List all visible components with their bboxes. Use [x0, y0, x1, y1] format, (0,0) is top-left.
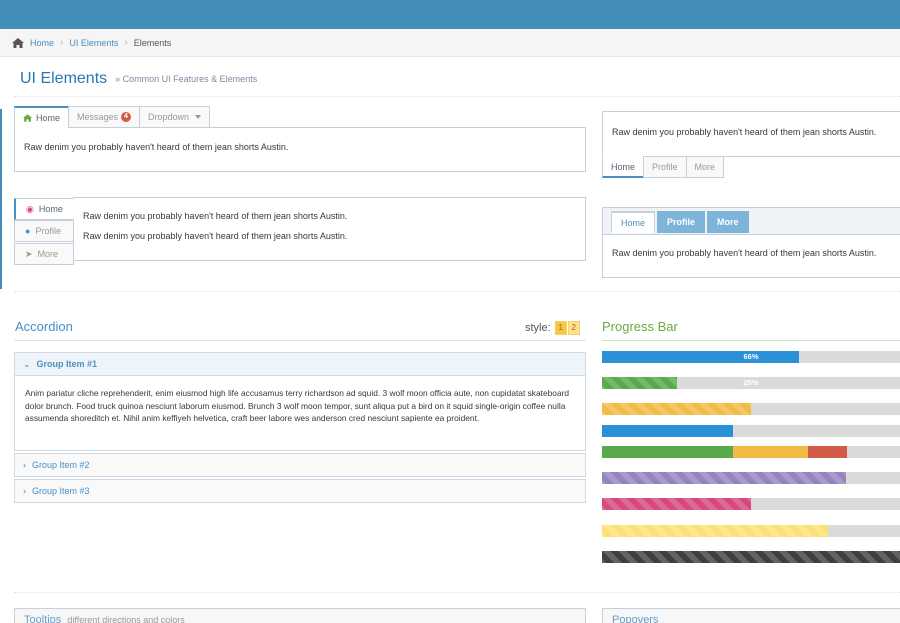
progress-bar-fill: [602, 525, 828, 537]
tab-content-3: Raw denim you probably haven't heard of …: [73, 197, 586, 261]
breadcrumb-ui-elements-link[interactable]: UI Elements: [69, 38, 118, 48]
progress-title-underline: [602, 340, 900, 341]
tab-more[interactable]: More: [707, 211, 749, 233]
progress-bar-fill: [602, 551, 900, 563]
style-option-2[interactable]: 2: [567, 321, 580, 335]
progress-bar: [602, 498, 900, 510]
home-icon: [23, 113, 32, 122]
tab-profile[interactable]: Profile: [657, 211, 706, 233]
tab-content-text: Raw denim you probably haven't heard of …: [612, 127, 877, 137]
tooltips-widget: Tooltips different directions and colors: [14, 608, 586, 623]
page-header: UI Elements » Common UI Features & Eleme…: [14, 62, 900, 97]
tab-home[interactable]: ◉ Home: [14, 198, 74, 220]
progress-bar: [602, 525, 900, 537]
accordion-body: Anim pariatur cliche reprehenderit, enim…: [14, 376, 586, 451]
tab-home-label: Home: [36, 112, 61, 123]
chevron-right-icon: ›: [23, 460, 26, 470]
accordion-item-1[interactable]: ⌄ Group Item #1: [14, 352, 586, 376]
tab-home[interactable]: Home: [14, 106, 70, 128]
progress-bar-fill: [808, 446, 847, 458]
progress-bar: [602, 425, 900, 437]
home-icon: [12, 37, 24, 48]
tab-content-text: Raw denim you probably haven't heard of …: [83, 231, 348, 241]
breadcrumb-separator: ›: [60, 37, 64, 48]
tab-profile[interactable]: ● Profile: [14, 220, 74, 242]
accordion-item-label: Group Item #3: [32, 486, 90, 496]
progress-bar-fill: [602, 498, 751, 510]
page-title: UI Elements: [20, 70, 108, 87]
accordion-item-2[interactable]: › Group Item #2: [14, 453, 586, 477]
accordion-title-underline: [14, 340, 586, 341]
progress-title: Progress Bar: [602, 319, 678, 334]
tooltips-title-text: Tooltips: [24, 614, 62, 623]
tab-home[interactable]: Home: [602, 156, 645, 178]
breadcrumb-current: Elements: [133, 37, 172, 48]
progress-bar-fill: [602, 472, 846, 484]
tab-dropdown-label: Dropdown: [147, 112, 189, 122]
progress-bar: [602, 551, 900, 563]
tooltips-title: Tooltips different directions and colors: [24, 614, 185, 623]
breadcrumb-separator: ›: [124, 37, 128, 48]
tab-profile-label: Profile: [35, 226, 61, 236]
tab-home-label: Home: [38, 204, 63, 214]
progress-bar-fill: [602, 446, 733, 458]
user-icon: ●: [25, 226, 31, 236]
tab-content-2: Raw denim you probably haven't heard of …: [602, 111, 900, 157]
tab-bar-4: Home Profile More: [611, 211, 751, 233]
tab-bar-2: Home Profile More: [602, 156, 725, 178]
accordion-item-label: Group Item #1: [36, 359, 98, 369]
accordion-body-text: Anim pariatur cliche reprehenderit, enim…: [25, 388, 570, 423]
accordion-title: Accordion: [15, 319, 73, 334]
tab-more[interactable]: ➤ More: [14, 243, 74, 265]
accordion-item-label: Group Item #2: [32, 460, 90, 470]
accordion-item-3[interactable]: › Group Item #3: [14, 479, 586, 503]
tab-content-1: Raw denim you probably haven't heard of …: [14, 127, 586, 172]
style-label: style:: [525, 322, 551, 334]
chevron-right-icon: ›: [23, 486, 26, 496]
popovers-title: Popovers: [612, 614, 659, 623]
tab-bar-1: Home Messages 4 Dropdown: [14, 106, 210, 128]
progress-bar: 66%: [602, 351, 900, 363]
tab-home[interactable]: Home: [611, 211, 656, 233]
navbar: [0, 0, 900, 29]
divider: [14, 291, 900, 292]
progress-bar: [602, 472, 900, 484]
progress-bar-label: 25%: [743, 378, 759, 387]
progress-bar-fill: [602, 403, 751, 415]
sidebar-edge: [0, 109, 2, 289]
tab-dropdown[interactable]: Dropdown: [138, 106, 210, 128]
tab-content-text: Raw denim you probably haven't heard of …: [612, 248, 877, 258]
progress-bar-label: 66%: [743, 352, 759, 361]
caret-down-icon: [194, 115, 201, 119]
popovers-widget: Popovers: [602, 608, 900, 623]
tab-content-text: Raw denim you probably haven't heard of …: [83, 211, 348, 221]
progress-bar: 25%: [602, 377, 900, 389]
accordion-style-switch: style: 1 2: [525, 321, 580, 335]
tab-content-text: Raw denim you probably haven't heard of …: [24, 142, 289, 152]
tab-messages-label: Messages: [77, 112, 119, 122]
rocket-icon: ➤: [25, 248, 33, 259]
page-subtitle: » Common UI Features & Elements: [115, 74, 258, 84]
tab-messages[interactable]: Messages 4: [68, 106, 140, 128]
breadcrumb-home-link[interactable]: Home: [30, 38, 54, 48]
tachometer-icon: ◉: [26, 203, 34, 214]
divider: [14, 592, 900, 593]
style-option-1[interactable]: 1: [554, 321, 567, 335]
tooltips-subtitle: different directions and colors: [67, 615, 185, 623]
tab-more[interactable]: More: [685, 156, 725, 178]
tab-more-label: More: [37, 249, 59, 259]
progress-bar: [602, 403, 900, 415]
progress-bar: [602, 446, 900, 458]
tab-profile[interactable]: Profile: [643, 156, 687, 178]
messages-badge: 4: [121, 112, 131, 122]
breadcrumb: Home › UI Elements › Elements: [0, 29, 900, 57]
chevron-down-icon: ⌄: [23, 358, 31, 369]
progress-bar-fill: [733, 446, 808, 458]
progress-bar-fill: [602, 425, 733, 437]
